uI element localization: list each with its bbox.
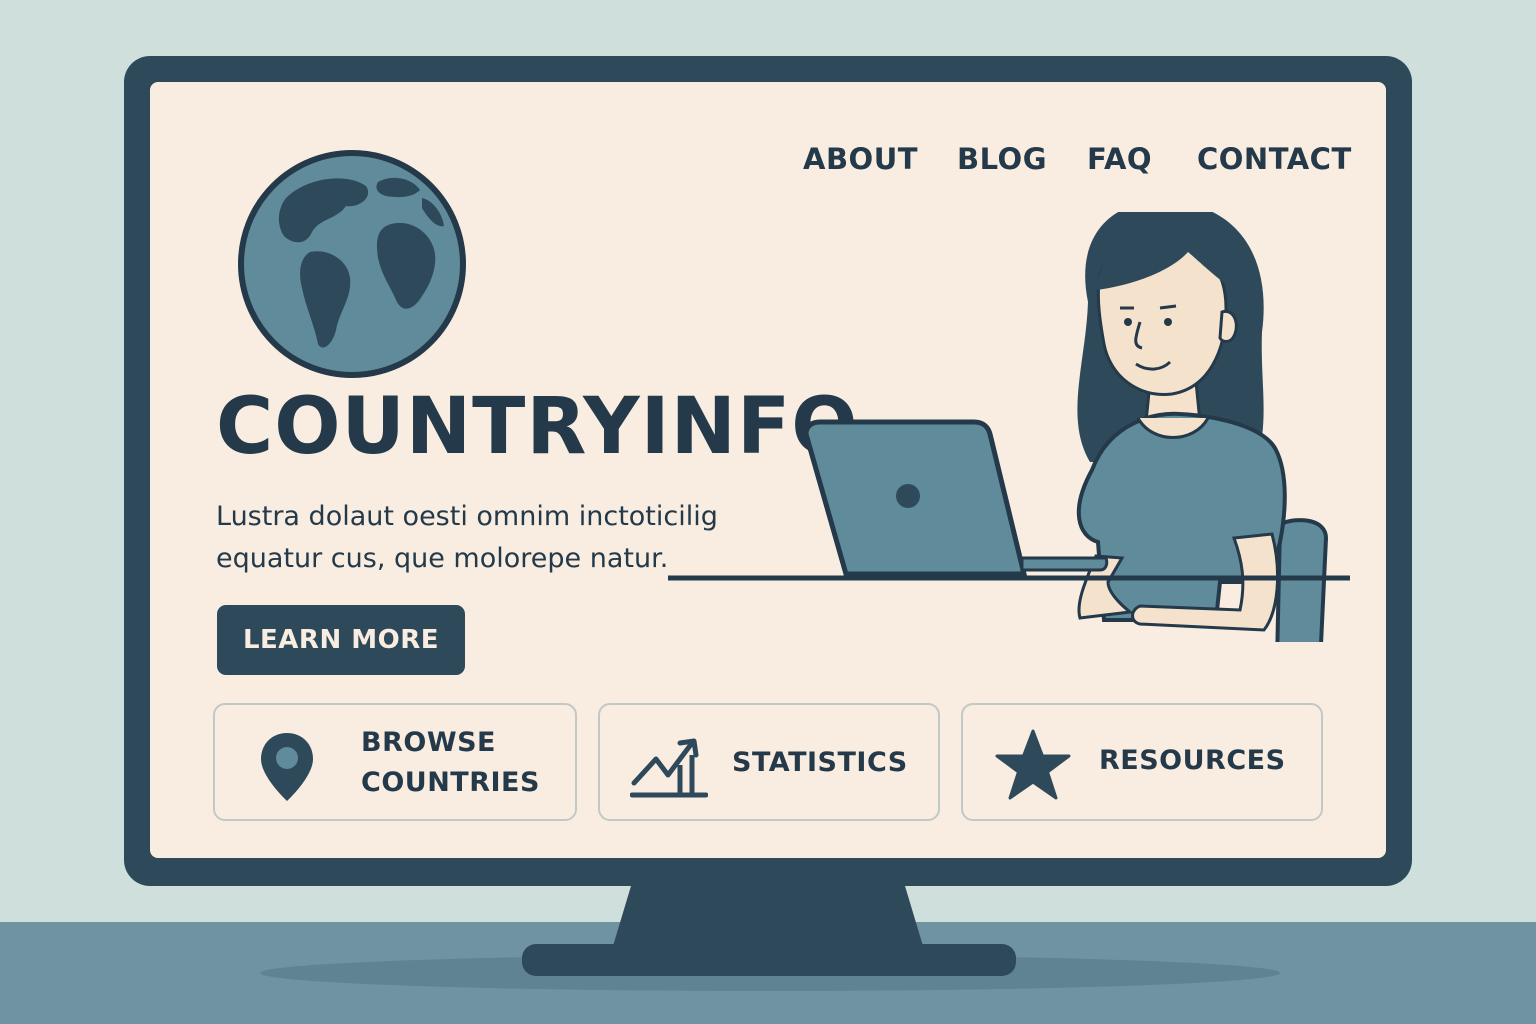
tagline-line-1: Lustra dolaut oesti omnim inctoticilig	[216, 501, 718, 532]
resources-card[interactable]: RESOURCES	[961, 703, 1323, 821]
woman-at-laptop-illustration	[668, 212, 1350, 642]
card-label-line-2: COUNTRIES	[361, 767, 540, 798]
nav-link-blog[interactable]: BLOG	[957, 142, 1047, 176]
browse-countries-card[interactable]: BROWSE COUNTRIES	[213, 703, 577, 821]
card-label: STATISTICS	[732, 747, 908, 778]
card-label: BROWSE COUNTRIES	[361, 723, 540, 803]
map-pin-icon	[261, 733, 313, 801]
card-label-line-1: BROWSE	[361, 727, 496, 758]
card-label: RESOURCES	[1099, 745, 1286, 776]
star-icon	[995, 729, 1071, 800]
chart-trend-icon	[630, 738, 708, 798]
statistics-card[interactable]: STATISTICS	[598, 703, 940, 821]
monitor-stand-base	[522, 944, 1016, 976]
nav-link-about[interactable]: ABOUT	[803, 142, 918, 176]
tagline-line-2: equatur cus, que molorepe natur.	[216, 543, 669, 574]
nav-link-faq[interactable]: FAQ	[1087, 142, 1152, 176]
globe-logo-icon	[238, 150, 466, 378]
website-screen: ABOUT BLOG FAQ CONTACT COUNTRYINFO Lustr…	[150, 82, 1386, 858]
nav-link-contact[interactable]: CONTACT	[1197, 142, 1352, 176]
learn-more-button[interactable]: LEARN MORE	[217, 605, 465, 675]
